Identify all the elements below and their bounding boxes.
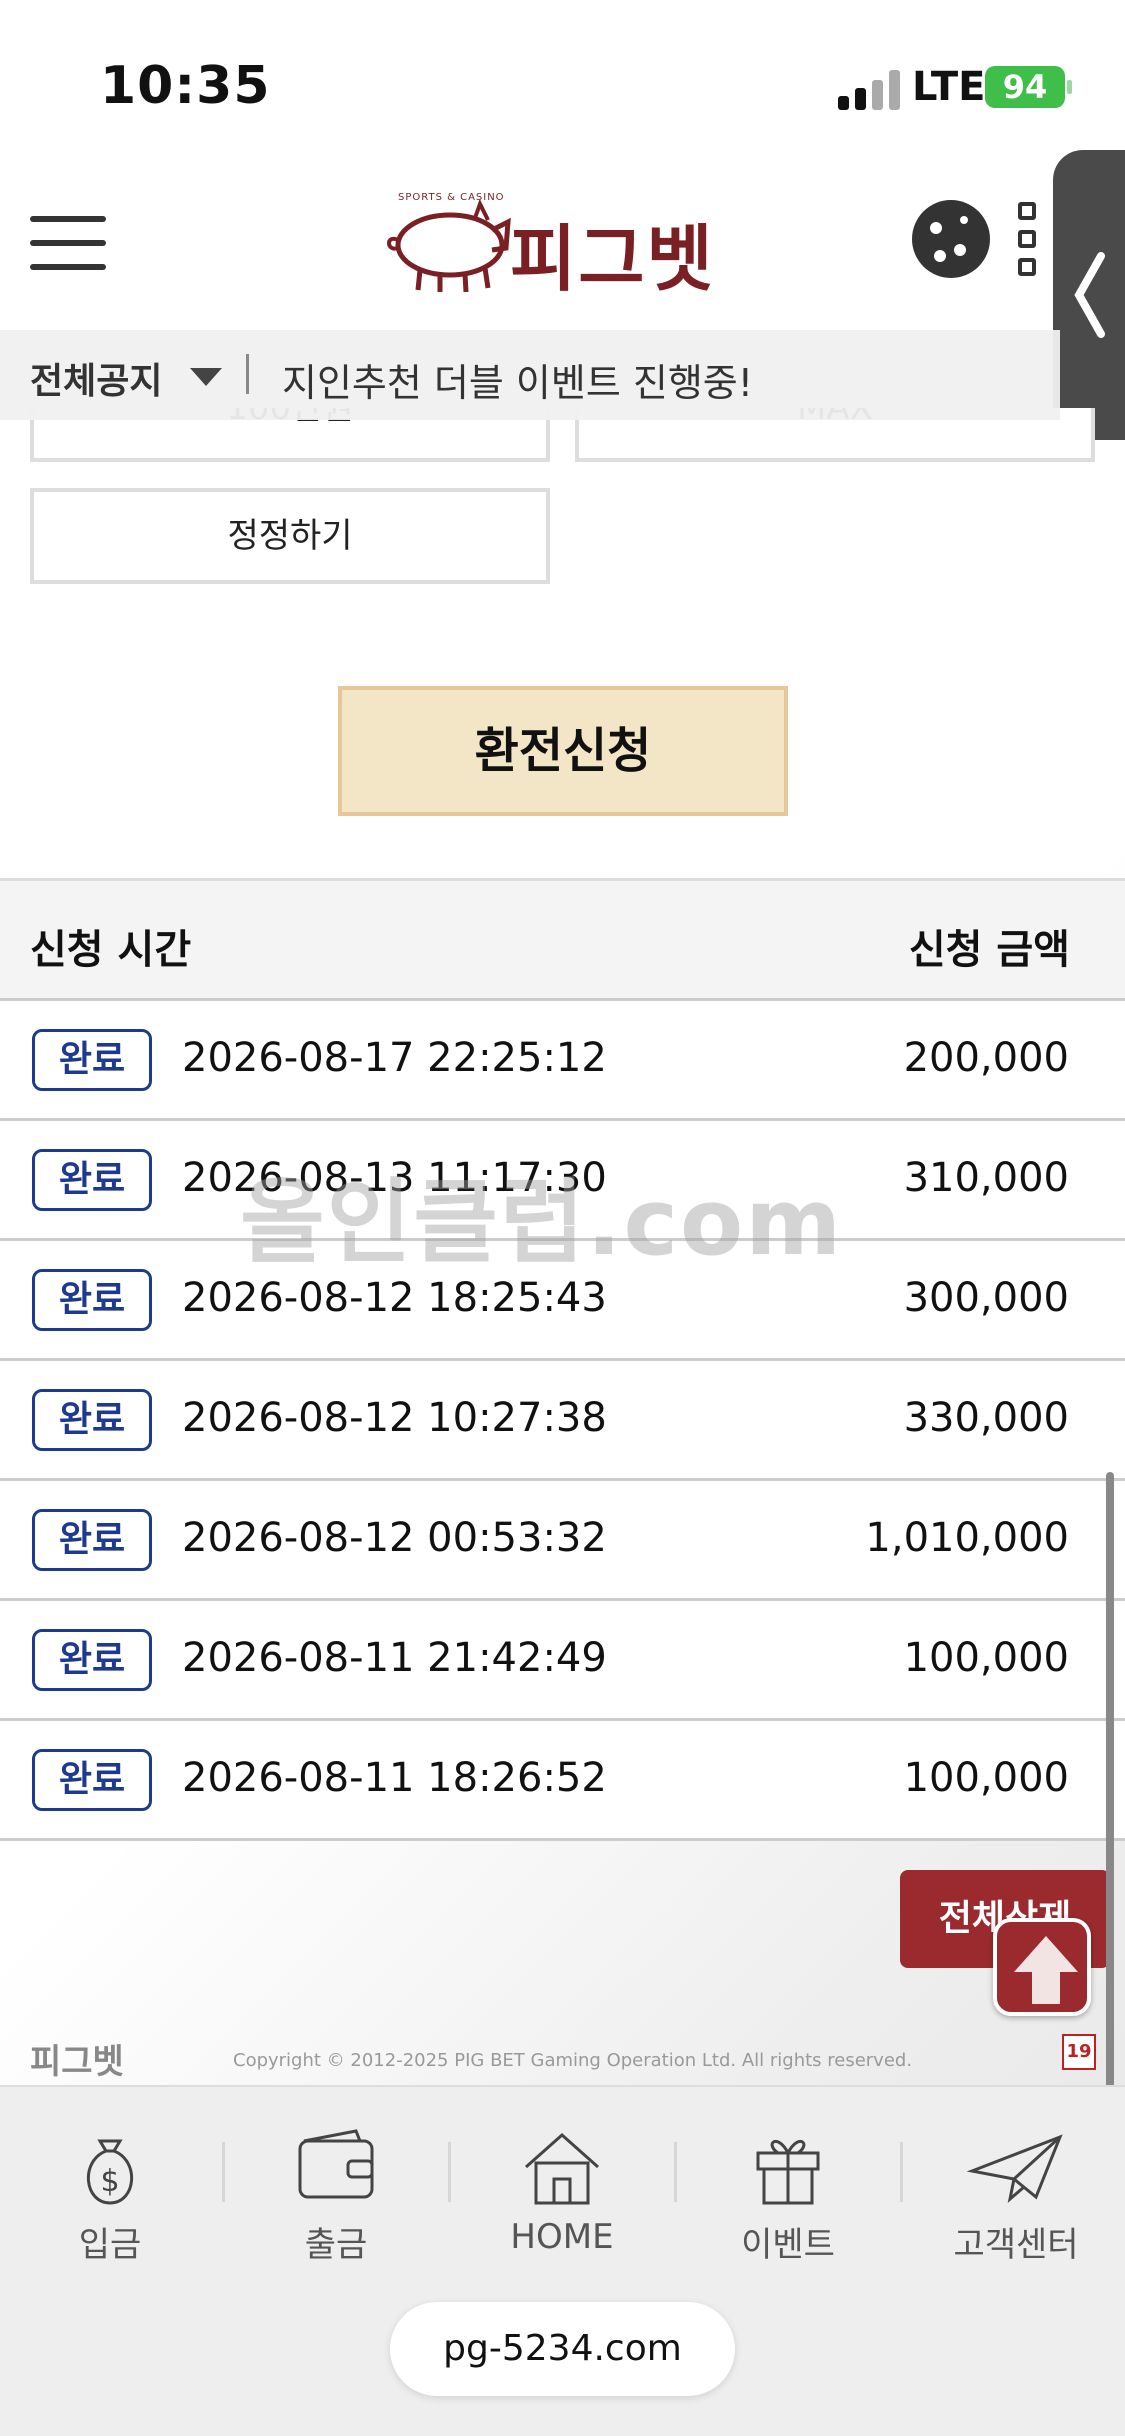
nav-divider (222, 2142, 225, 2202)
table-row[interactable]: 완료 2026-08-17 22:25:12 200,000 (0, 1001, 1125, 1121)
status-time: 10:35 (100, 56, 271, 116)
correct-button[interactable]: 정정하기 (30, 488, 550, 584)
nav-event-label: 이벤트 (741, 2225, 835, 2265)
row-amount: 100,000 (903, 1635, 1069, 1681)
menu-icon[interactable] (30, 208, 106, 278)
withdraw-request-button[interactable]: 환전신청 (338, 686, 788, 816)
row-amount: 300,000 (903, 1275, 1069, 1321)
wallet-icon (298, 2129, 374, 2199)
footer: 피그벳 Copyright © 2012-2025 PIG BET Gaming… (0, 2030, 1125, 2090)
row-amount: 200,000 (903, 1035, 1069, 1081)
signal-icon (838, 70, 900, 110)
svg-text:$: $ (100, 2164, 119, 2199)
paper-plane-icon (966, 2134, 1063, 2203)
nav-divider (900, 2142, 903, 2202)
table-row[interactable]: 완료 2026-08-12 18:25:43 300,000 (0, 1241, 1125, 1361)
table-row[interactable]: 완료 2026-08-12 00:53:32 1,010,000 (0, 1481, 1125, 1601)
withdraw-history-table: 신청 시간 신청 금액 완료 2026-08-17 22:25:12 200,0… (0, 878, 1125, 1841)
nav-divider (448, 2142, 451, 2202)
table-row[interactable]: 완료 2026-08-12 10:27:38 330,000 (0, 1361, 1125, 1481)
table-row[interactable]: 완료 2026-08-11 21:42:49 100,000 (0, 1601, 1125, 1721)
browser-url-bar[interactable]: pg-5234.com (390, 2302, 735, 2396)
notice-category[interactable]: 전체공지 (30, 352, 162, 404)
logo-text: 피그벳 (510, 217, 715, 301)
status-badge: 완료 (32, 1389, 152, 1451)
nav-support-label: 고객센터 (953, 2225, 1079, 2265)
gift-icon (756, 2140, 820, 2205)
site-logo[interactable]: SPORTS & CASINO 피그벳 (380, 190, 750, 301)
nav-support[interactable]: 고객센터 (926, 2127, 1106, 2267)
side-panel-toggle[interactable] (1053, 150, 1125, 440)
notice-divider (246, 354, 249, 394)
row-amount: 330,000 (903, 1395, 1069, 1441)
status-badge: 완료 (32, 1629, 152, 1691)
chevron-left-icon (1074, 252, 1105, 338)
nav-event[interactable]: 이벤트 (698, 2127, 878, 2267)
nav-withdraw[interactable]: 출금 (246, 2127, 426, 2267)
scroll-to-top-button[interactable] (993, 1918, 1091, 2016)
row-amount: 100,000 (903, 1755, 1069, 1801)
status-badge: 완료 (32, 1149, 152, 1211)
cookie-icon[interactable] (912, 200, 990, 278)
caret-down-icon[interactable] (190, 368, 222, 386)
status-badge: 완료 (32, 1749, 152, 1811)
pig-logo-icon (387, 198, 511, 293)
row-datetime: 2026-08-12 10:27:38 (182, 1395, 607, 1441)
row-datetime: 2026-08-13 11:17:30 (182, 1155, 607, 1201)
notice-bar[interactable]: 전체공지 지인추천 더블 이벤트 진행중! (0, 330, 1060, 420)
table-row[interactable]: 완료 2026-08-13 11:17:30 310,000 (0, 1121, 1125, 1241)
table-header: 신청 시간 신청 금액 (0, 881, 1125, 1001)
age-restriction-badge: 19 (1062, 2034, 1096, 2070)
bottom-nav: $ 입금 출금 HOME 이벤트 고객센터 pg-5234.com (0, 2085, 1125, 2436)
nav-home[interactable]: HOME (472, 2127, 652, 2267)
row-datetime: 2026-08-17 22:25:12 (182, 1035, 607, 1081)
copyright-text: Copyright © 2012-2025 PIG BET Gaming Ope… (233, 2050, 913, 2071)
nav-divider (674, 2142, 677, 2202)
notice-message[interactable]: 지인추천 더블 이벤트 진행중! (282, 352, 753, 407)
nav-deposit-label: 입금 (78, 2225, 142, 2265)
table-row[interactable]: 완료 2026-08-11 18:26:52 100,000 (0, 1721, 1125, 1841)
status-bar: 10:35 LTE 94 (0, 0, 1125, 150)
row-amount: 1,010,000 (865, 1515, 1069, 1561)
row-datetime: 2026-08-12 18:25:43 (182, 1275, 607, 1321)
home-icon (525, 2132, 599, 2205)
status-badge: 완료 (32, 1509, 152, 1571)
logo-tagline: SPORTS & CASINO (398, 192, 505, 203)
col-time-header: 신청 시간 (30, 927, 192, 973)
nav-deposit[interactable]: $ 입금 (20, 2127, 200, 2267)
money-bag-icon: $ (87, 2139, 133, 2205)
nav-home-label: HOME (510, 2217, 614, 2257)
site-header: SPORTS & CASINO 피그벳 (0, 150, 1125, 330)
row-datetime: 2026-08-12 00:53:32 (182, 1515, 607, 1561)
row-datetime: 2026-08-11 18:26:52 (182, 1755, 607, 1801)
row-amount: 310,000 (903, 1155, 1069, 1201)
status-badge: 완료 (32, 1029, 152, 1091)
arrow-up-icon (1014, 1936, 1078, 2004)
status-badge: 완료 (32, 1269, 152, 1331)
battery-icon: 94 (985, 66, 1072, 108)
network-type: LTE (912, 64, 986, 110)
row-datetime: 2026-08-11 21:42:49 (182, 1635, 607, 1681)
grid-menu-icon[interactable] (1018, 202, 1058, 278)
col-amount-header: 신청 금액 (908, 927, 1070, 973)
nav-withdraw-label: 출금 (304, 2225, 368, 2265)
footer-logo: 피그벳 (30, 2042, 124, 2082)
